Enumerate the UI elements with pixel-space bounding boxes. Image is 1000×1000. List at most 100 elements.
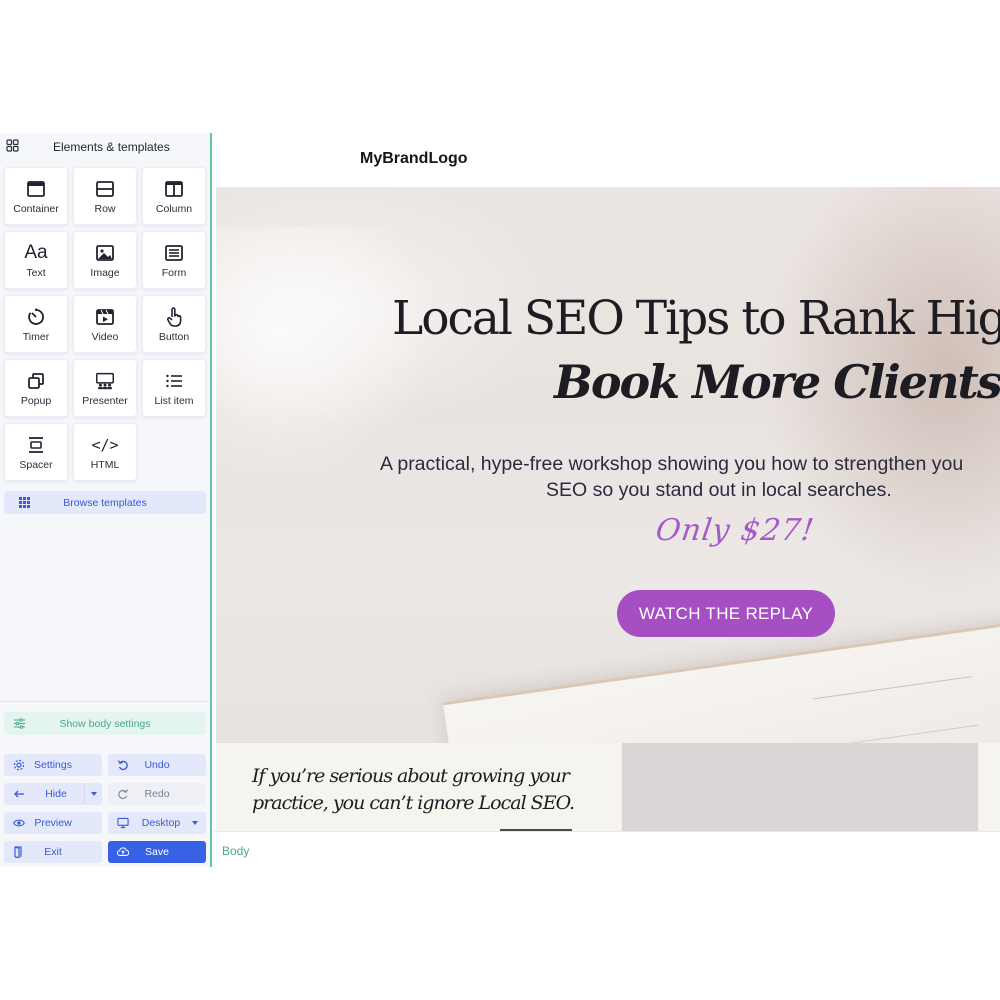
selected-element-label[interactable]: Body: [222, 844, 249, 858]
column-icon: [163, 178, 185, 200]
image-icon: [94, 242, 116, 264]
editor-canvas[interactable]: MyBrandLogo Local SEO Tips to Rank Highe…: [214, 133, 1000, 831]
redo-button[interactable]: Redo: [108, 783, 206, 805]
code-icon: </>: [91, 436, 119, 454]
show-body-settings-label: Show body settings: [59, 717, 151, 730]
device-select[interactable]: Desktop: [108, 812, 206, 834]
watch-replay-button[interactable]: WATCH THE REPLAY: [617, 590, 835, 637]
cloud-upload-icon: [117, 846, 129, 858]
hide-dropdown-caret[interactable]: [84, 783, 102, 805]
tile-label: Spacer: [19, 459, 53, 471]
element-tile-presenter[interactable]: Presenter: [73, 359, 137, 417]
popup-icon: [25, 370, 47, 392]
tile-label: Presenter: [82, 395, 128, 407]
tile-label: Image: [90, 267, 120, 279]
element-tile-timer[interactable]: Timer: [4, 295, 68, 353]
page-builder-app: Elements & templates Container Row Colum…: [0, 133, 1000, 867]
element-tile-form[interactable]: Form: [142, 231, 206, 289]
lower-heading[interactable]: If you’re serious about growing your pra…: [252, 763, 582, 817]
site-header[interactable]: MyBrandLogo: [214, 133, 1000, 187]
undo-button[interactable]: Undo: [108, 754, 206, 776]
redo-icon: [117, 788, 129, 800]
preview-button[interactable]: Preview: [4, 812, 102, 834]
hero-section[interactable]: Local SEO Tips to Rank Higher a Book Mor…: [216, 187, 1000, 743]
monitor-icon: [117, 817, 129, 829]
presenter-icon: [94, 370, 116, 392]
elements-sidebar: Elements & templates Container Row Colum…: [0, 133, 212, 867]
canvas-status-bar: Body: [214, 831, 1000, 867]
browse-templates-label: Browse templates: [63, 496, 147, 509]
save-button[interactable]: Save: [108, 841, 206, 863]
undo-icon: [117, 759, 129, 771]
hide-button[interactable]: Hide: [4, 783, 84, 805]
element-tile-video[interactable]: Video: [73, 295, 137, 353]
lower-image-placeholder[interactable]: [622, 743, 978, 831]
preview-label: Preview: [34, 817, 72, 829]
tile-label: HTML: [90, 459, 120, 471]
tile-label: Form: [161, 267, 187, 279]
caret-down-icon: [90, 792, 97, 796]
tile-label: Text: [26, 267, 46, 279]
device-label: Desktop: [141, 817, 181, 829]
arrow-left-icon: [13, 788, 25, 800]
divider: [0, 701, 210, 702]
hero-background-sofa: [216, 227, 436, 487]
tile-label: Container: [13, 203, 59, 215]
tile-label: Timer: [22, 331, 50, 343]
brand-logo[interactable]: MyBrandLogo: [360, 150, 468, 168]
hero-title-line-1[interactable]: Local SEO Tips to Rank Higher a: [392, 291, 1000, 346]
element-tile-html[interactable]: </> HTML: [73, 423, 137, 481]
text-icon: Aa: [24, 242, 48, 263]
settings-button[interactable]: Settings: [4, 754, 102, 776]
browse-templates-button[interactable]: Browse templates: [4, 491, 206, 514]
tile-label: List item: [154, 395, 194, 407]
grid-dots-icon: [19, 497, 30, 508]
sidebar-title: Elements & templates: [53, 140, 170, 154]
element-tile-row[interactable]: Row: [73, 167, 137, 225]
lower-heading-line-2: practice, you can’t ignore Local SEO.: [252, 792, 575, 814]
sidebar-header: Elements & templates: [0, 133, 210, 160]
element-tile-container[interactable]: Container: [4, 167, 68, 225]
hero-title-line-2[interactable]: Book More Clients: [554, 355, 1000, 409]
hero-price[interactable]: Only $27!: [654, 513, 817, 548]
grid-icon: [6, 139, 19, 152]
lower-heading-line-1: If you’re serious about growing your: [252, 765, 570, 787]
show-body-settings-button[interactable]: Show body settings: [4, 712, 206, 735]
tile-label: Button: [158, 331, 190, 343]
row-icon: [94, 178, 116, 200]
settings-label: Settings: [34, 759, 72, 771]
redo-label: Redo: [144, 788, 170, 800]
element-tiles: Container Row Column Aa Text Image Form …: [4, 167, 208, 481]
exit-button[interactable]: Exit: [4, 841, 102, 863]
spacer-icon: [25, 434, 47, 456]
form-icon: [163, 242, 185, 264]
save-label: Save: [145, 846, 169, 858]
element-tile-column[interactable]: Column: [142, 167, 206, 225]
hero-subtitle-line-1[interactable]: A practical, hype-free workshop showing …: [380, 453, 963, 476]
watch-replay-label: WATCH THE REPLAY: [638, 603, 814, 623]
element-tile-popup[interactable]: Popup: [4, 359, 68, 417]
hero-subtitle-line-2[interactable]: SEO so you stand out in local searches.: [546, 479, 892, 502]
element-tile-list-item[interactable]: List item: [142, 359, 206, 417]
element-tile-text[interactable]: Aa Text: [4, 231, 68, 289]
undo-label: Undo: [144, 759, 170, 771]
video-icon: [94, 306, 116, 328]
element-tile-image[interactable]: Image: [73, 231, 137, 289]
tile-label: Row: [94, 203, 116, 215]
tile-label: Column: [155, 203, 193, 215]
door-exit-icon: [13, 846, 25, 858]
hide-label: Hide: [45, 788, 67, 800]
tile-label: Video: [91, 331, 119, 343]
caret-down-icon: [192, 821, 198, 825]
list-icon: [163, 370, 185, 392]
lower-section[interactable]: If you’re serious about growing your pra…: [216, 743, 1000, 831]
timer-icon: [25, 306, 47, 328]
pointer-icon: [163, 306, 185, 328]
sliders-icon: [14, 718, 25, 729]
gear-icon: [13, 759, 25, 771]
container-icon: [25, 178, 47, 200]
element-tile-button[interactable]: Button: [142, 295, 206, 353]
eye-icon: [13, 817, 25, 829]
element-tile-spacer[interactable]: Spacer: [4, 423, 68, 481]
tile-label: Popup: [20, 395, 52, 407]
